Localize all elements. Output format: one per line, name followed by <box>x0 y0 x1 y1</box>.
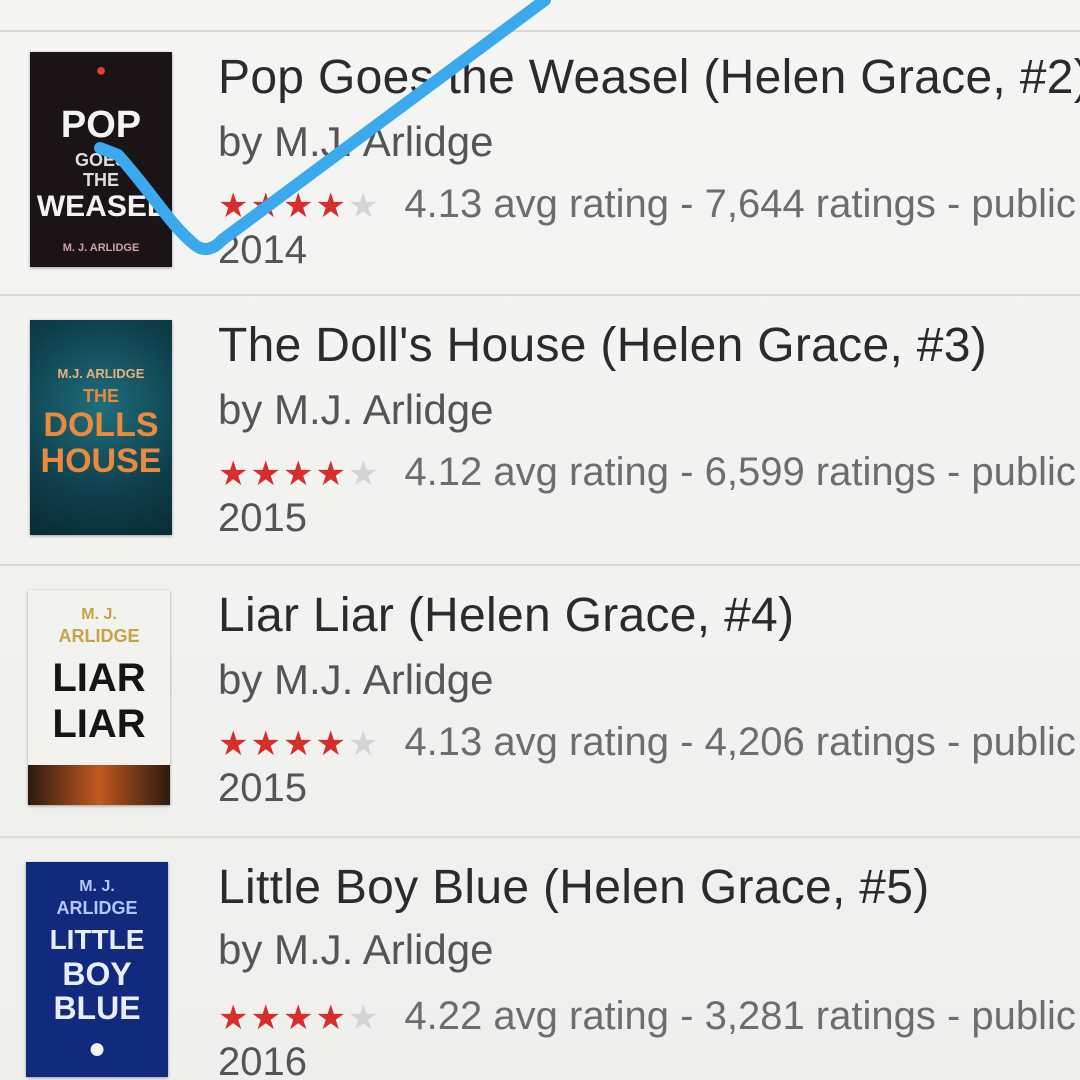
book-author-link[interactable]: by M.J. Arlidge <box>218 656 493 704</box>
rating-stars: ★★★★★ <box>218 182 380 227</box>
rating-text: 4.12 avg rating - 6,599 ratings - public <box>404 450 1076 494</box>
book-author-link[interactable]: by M.J. Arlidge <box>218 926 493 974</box>
book-row[interactable]: ● POP GOES THE WEASEL M. J. ARLIDGE Pop … <box>0 30 1080 296</box>
book-title-link[interactable]: Pop Goes the Weasel (Helen Grace, #2) <box>218 50 1080 105</box>
star-filled-icon: ★ <box>218 455 251 493</box>
cover-text: BOY <box>62 956 132 992</box>
rating-text: 4.13 avg rating - 7,644 ratings - public <box>404 182 1076 226</box>
book-title-link[interactable]: Little Boy Blue (Helen Grace, #5) <box>218 860 930 915</box>
cover-text: GOES <box>74 150 127 170</box>
book-cover[interactable]: M. J. ARLIDGE LITTLE BOY BLUE ● <box>26 862 168 1077</box>
book-author-link[interactable]: by M.J. Arlidge <box>218 118 493 166</box>
star-filled-icon: ★ <box>250 999 283 1037</box>
cover-text: M.J. ARLIDGE <box>57 366 145 381</box>
star-empty-icon: ★ <box>347 999 381 1037</box>
star-filled-icon: ★ <box>218 187 251 225</box>
cover-text: ARLIDGE <box>56 898 138 918</box>
cover-text: POP <box>60 104 142 146</box>
cover-text: HOUSE <box>40 442 162 480</box>
book-cover[interactable]: ● POP GOES THE WEASEL M. J. ARLIDGE <box>30 52 172 267</box>
star-empty-icon: ★ <box>347 187 381 225</box>
star-filled-icon: ★ <box>282 725 316 763</box>
book-rating-line: ★★★★★ 4.12 avg rating - 6,599 ratings - p… <box>218 450 1076 495</box>
book-rating-line: ★★★★★ 4.22 avg rating - 3,281 ratings - p… <box>218 994 1076 1039</box>
book-cover[interactable]: M. J. ARLIDGE LIAR LIAR <box>28 590 170 805</box>
star-filled-icon: ★ <box>250 455 283 493</box>
cover-text: DOLLS <box>43 406 159 444</box>
book-row[interactable]: M.J. ARLIDGE THE DOLLS HOUSE The Doll's … <box>0 294 1080 566</box>
star-filled-icon: ★ <box>315 455 348 493</box>
publish-year: 2015 <box>218 496 307 540</box>
star-filled-icon: ★ <box>315 999 348 1037</box>
cover-text: M. J. ARLIDGE <box>62 242 140 254</box>
cover-text: THE <box>83 386 119 406</box>
cover-emblem-icon: ● <box>87 1032 107 1065</box>
cover-text: ARLIDGE <box>58 626 140 646</box>
book-cover[interactable]: M.J. ARLIDGE THE DOLLS HOUSE <box>30 320 172 535</box>
cover-text: BLUE <box>53 990 141 1026</box>
book-title-link[interactable]: The Doll's House (Helen Grace, #3) <box>218 318 987 373</box>
star-filled-icon: ★ <box>250 725 283 763</box>
publish-year: 2016 <box>218 1040 307 1080</box>
cover-text: LIAR <box>52 702 146 746</box>
book-row[interactable]: M. J. ARLIDGE LITTLE BOY BLUE ● Little B… <box>0 836 1080 1080</box>
book-row[interactable]: M. J. ARLIDGE LIAR LIAR Liar Liar (Helen… <box>0 564 1080 838</box>
star-filled-icon: ★ <box>218 999 251 1037</box>
previous-row-edge <box>0 0 1080 32</box>
rating-text: 4.13 avg rating - 4,206 ratings - public <box>404 720 1076 764</box>
star-empty-icon: ★ <box>347 725 381 763</box>
star-filled-icon: ★ <box>315 187 348 225</box>
cover-text: WEASEL <box>36 190 166 223</box>
star-filled-icon: ★ <box>315 725 348 763</box>
star-empty-icon: ★ <box>347 455 381 493</box>
publish-year: 2014 <box>218 228 307 272</box>
book-rating-line: ★★★★★ 4.13 avg rating - 7,644 ratings - p… <box>218 182 1076 227</box>
cover-text: LITTLE <box>49 924 145 955</box>
publish-year: 2015 <box>218 766 307 810</box>
book-title-link[interactable]: Liar Liar (Helen Grace, #4) <box>218 588 794 643</box>
star-filled-icon: ★ <box>282 187 316 225</box>
book-list-screen: ● POP GOES THE WEASEL M. J. ARLIDGE Pop … <box>0 0 1080 1080</box>
cover-badge-icon: ● <box>95 60 107 80</box>
rating-stars: ★★★★★ <box>218 450 380 495</box>
star-filled-icon: ★ <box>250 187 283 225</box>
cover-text: M. J. <box>79 878 115 895</box>
book-rating-line: ★★★★★ 4.13 avg rating - 4,206 ratings - p… <box>218 720 1076 765</box>
star-filled-icon: ★ <box>282 455 316 493</box>
rating-text: 4.22 avg rating - 3,281 ratings - public <box>404 994 1076 1038</box>
cover-text: THE <box>83 170 119 190</box>
cover-text: LIAR <box>52 656 146 700</box>
rating-stars: ★★★★★ <box>218 994 380 1039</box>
book-author-link[interactable]: by M.J. Arlidge <box>218 386 493 434</box>
star-filled-icon: ★ <box>218 725 251 763</box>
rating-stars: ★★★★★ <box>218 720 380 765</box>
cover-text: M. J. <box>81 606 117 623</box>
star-filled-icon: ★ <box>282 999 316 1037</box>
